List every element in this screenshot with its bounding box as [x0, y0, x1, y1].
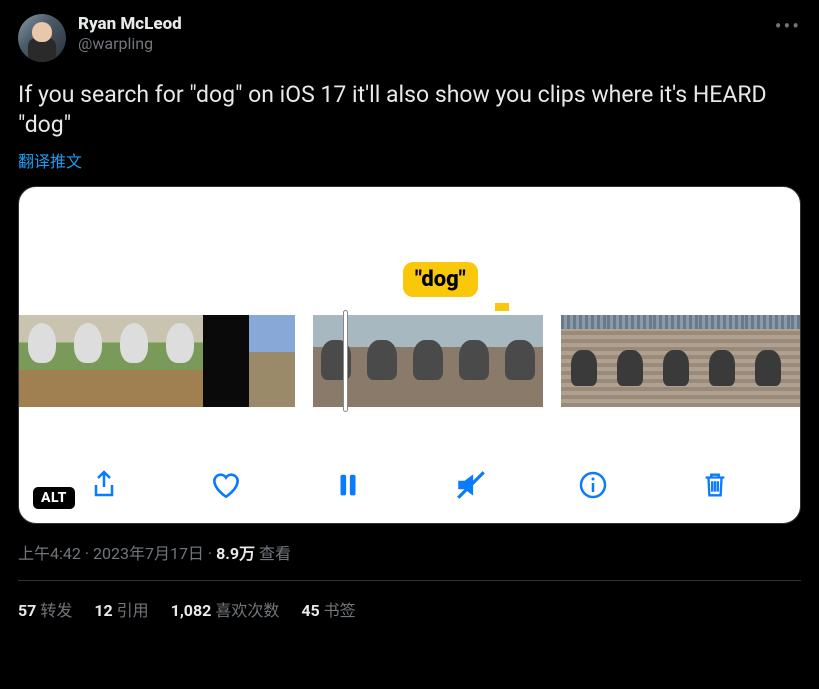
thumbnail	[561, 315, 607, 407]
thumbnail	[157, 315, 203, 407]
avatar[interactable]	[18, 14, 66, 62]
thumbnail	[607, 315, 653, 407]
tweet-text: If you search for "dog" on iOS 17 it'll …	[18, 80, 801, 140]
more-icon[interactable]: •••	[775, 14, 801, 38]
stat-likes[interactable]: 1,082 喜欢次数	[171, 597, 280, 621]
thumbnail	[791, 315, 801, 407]
thumbnail	[203, 315, 249, 407]
pause-icon[interactable]	[328, 465, 368, 505]
thumbnail	[745, 315, 791, 407]
share-icon[interactable]	[84, 465, 124, 505]
caption-bubble: "dog"	[403, 262, 478, 297]
stats-row: 57 转发 12 引用 1,082 喜欢次数 45 书签	[18, 581, 801, 621]
thumbnail	[111, 315, 157, 407]
thumbnail	[405, 315, 451, 407]
translate-link[interactable]: 翻译推文	[18, 148, 801, 172]
alt-badge[interactable]: ALT	[33, 487, 75, 509]
thumbnail	[65, 315, 111, 407]
mute-icon[interactable]	[451, 465, 491, 505]
author-names[interactable]: Ryan McLeod @warpling	[78, 14, 182, 53]
thumbnail	[497, 315, 543, 407]
thumbnail	[19, 315, 65, 407]
tweet-container: Ryan McLeod @warpling ••• If you search …	[0, 0, 819, 621]
thumbnail	[699, 315, 745, 407]
stat-retweets[interactable]: 57 转发	[18, 597, 72, 621]
trash-icon[interactable]	[695, 465, 735, 505]
clip-group-3	[561, 315, 801, 407]
video-timeline[interactable]	[19, 315, 800, 407]
handle: @warpling	[78, 34, 182, 53]
views-label: 查看	[259, 544, 291, 563]
display-name: Ryan McLeod	[78, 14, 182, 34]
stat-bookmarks[interactable]: 45 书签	[301, 597, 355, 621]
thumbnail	[313, 315, 359, 407]
clip-group-2	[313, 315, 543, 407]
thumbnail	[249, 315, 295, 407]
thumbnail	[653, 315, 699, 407]
timestamp-date[interactable]: 2023年7月17日	[93, 544, 204, 563]
clip-group-1	[19, 315, 295, 407]
info-icon[interactable]	[573, 465, 613, 505]
timestamp-time[interactable]: 上午4:42	[18, 544, 81, 563]
views-count: 8.9万	[216, 544, 255, 563]
media-attachment[interactable]: "dog"	[18, 186, 801, 524]
thumbnail	[451, 315, 497, 407]
heart-icon[interactable]	[206, 465, 246, 505]
playhead[interactable]	[343, 310, 348, 412]
tweet-meta: 上午4:42 · 2023年7月17日 · 8.9万 查看	[18, 540, 801, 564]
stat-quotes[interactable]: 12 引用	[94, 597, 148, 621]
media-toolbar	[19, 465, 800, 505]
tweet-header: Ryan McLeod @warpling •••	[18, 14, 801, 62]
thumbnail	[359, 315, 405, 407]
caption-tick	[495, 303, 509, 311]
